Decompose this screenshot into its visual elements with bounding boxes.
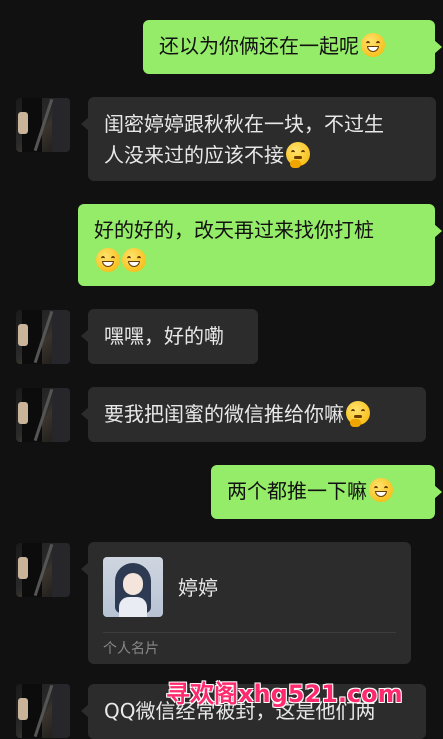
contact-avatar[interactable] <box>16 388 70 442</box>
message-text-line: 闺密婷婷跟秋秋在一块，不过生 <box>104 112 384 136</box>
grin-icon <box>96 248 120 272</box>
grin-icon <box>369 478 393 502</box>
contact-card[interactable]: 婷婷 个人名片 <box>81 542 411 664</box>
message-text: 嘿嘿，好的嘞 <box>104 324 224 348</box>
card-divider <box>103 632 396 633</box>
message-bubble-incoming[interactable]: 要我把闺蜜的微信推给你嘛 <box>81 387 426 442</box>
message-bubble-incoming[interactable]: 闺密婷婷跟秋秋在一块，不过生 人没来过的应该不接 <box>81 97 436 181</box>
message-text: 两个都推一下嘛 <box>227 479 367 503</box>
watermark: 寻欢阁xhg521.com <box>166 680 403 708</box>
thinking-icon <box>286 142 310 168</box>
message-text-line: 人没来过的应该不接 <box>104 143 284 167</box>
message-text: 好的好的，改天再过来找你打桩 <box>94 218 374 242</box>
grin-sweat-icon <box>361 33 385 57</box>
card-name: 婷婷 <box>178 576 218 600</box>
contact-avatar[interactable] <box>16 310 70 364</box>
message-bubble-incoming[interactable]: 嘿嘿，好的嘞 <box>81 309 258 364</box>
message-bubble-outgoing[interactable]: 还以为你俩还在一起呢 <box>143 20 442 74</box>
message-bubble-outgoing[interactable]: 两个都推一下嘛 <box>211 465 442 519</box>
message-text: 还以为你俩还在一起呢 <box>159 34 359 58</box>
contact-avatar[interactable] <box>16 543 70 597</box>
message-text: 要我把闺蜜的微信推给你嘛 <box>104 402 344 426</box>
card-type-label: 个人名片 <box>103 641 159 657</box>
contact-avatar[interactable] <box>16 98 70 152</box>
message-bubble-outgoing[interactable]: 好的好的，改天再过来找你打桩 <box>78 204 442 286</box>
grin-icon <box>122 248 146 272</box>
contact-avatar[interactable] <box>16 684 70 738</box>
thinking-icon <box>346 401 370 427</box>
card-avatar <box>103 557 163 617</box>
